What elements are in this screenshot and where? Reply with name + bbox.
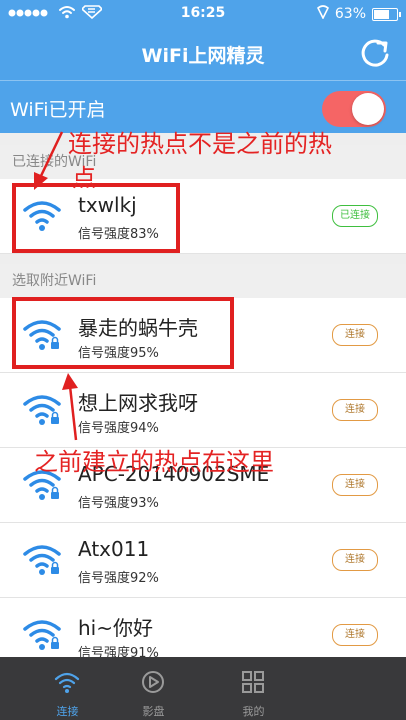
grid-icon [240,669,266,695]
tab-bar: 连接 影盘 我的 [0,657,406,720]
tab-label: 我的 [242,705,265,718]
annotation-top-line1: 连接的热点不是之前的热 [68,130,332,158]
annotation-top-line2: 点 [72,164,96,192]
annotation-arrows [34,131,78,441]
annotation-bottom: 之前建立的热点在这里 [34,448,274,476]
tab-mine[interactable]: 我的 [186,657,321,720]
play-circle-icon [140,669,166,695]
arrow-to-previous [62,373,78,441]
arrow-to-connected [34,131,64,190]
wifi-tab-icon [54,669,80,695]
